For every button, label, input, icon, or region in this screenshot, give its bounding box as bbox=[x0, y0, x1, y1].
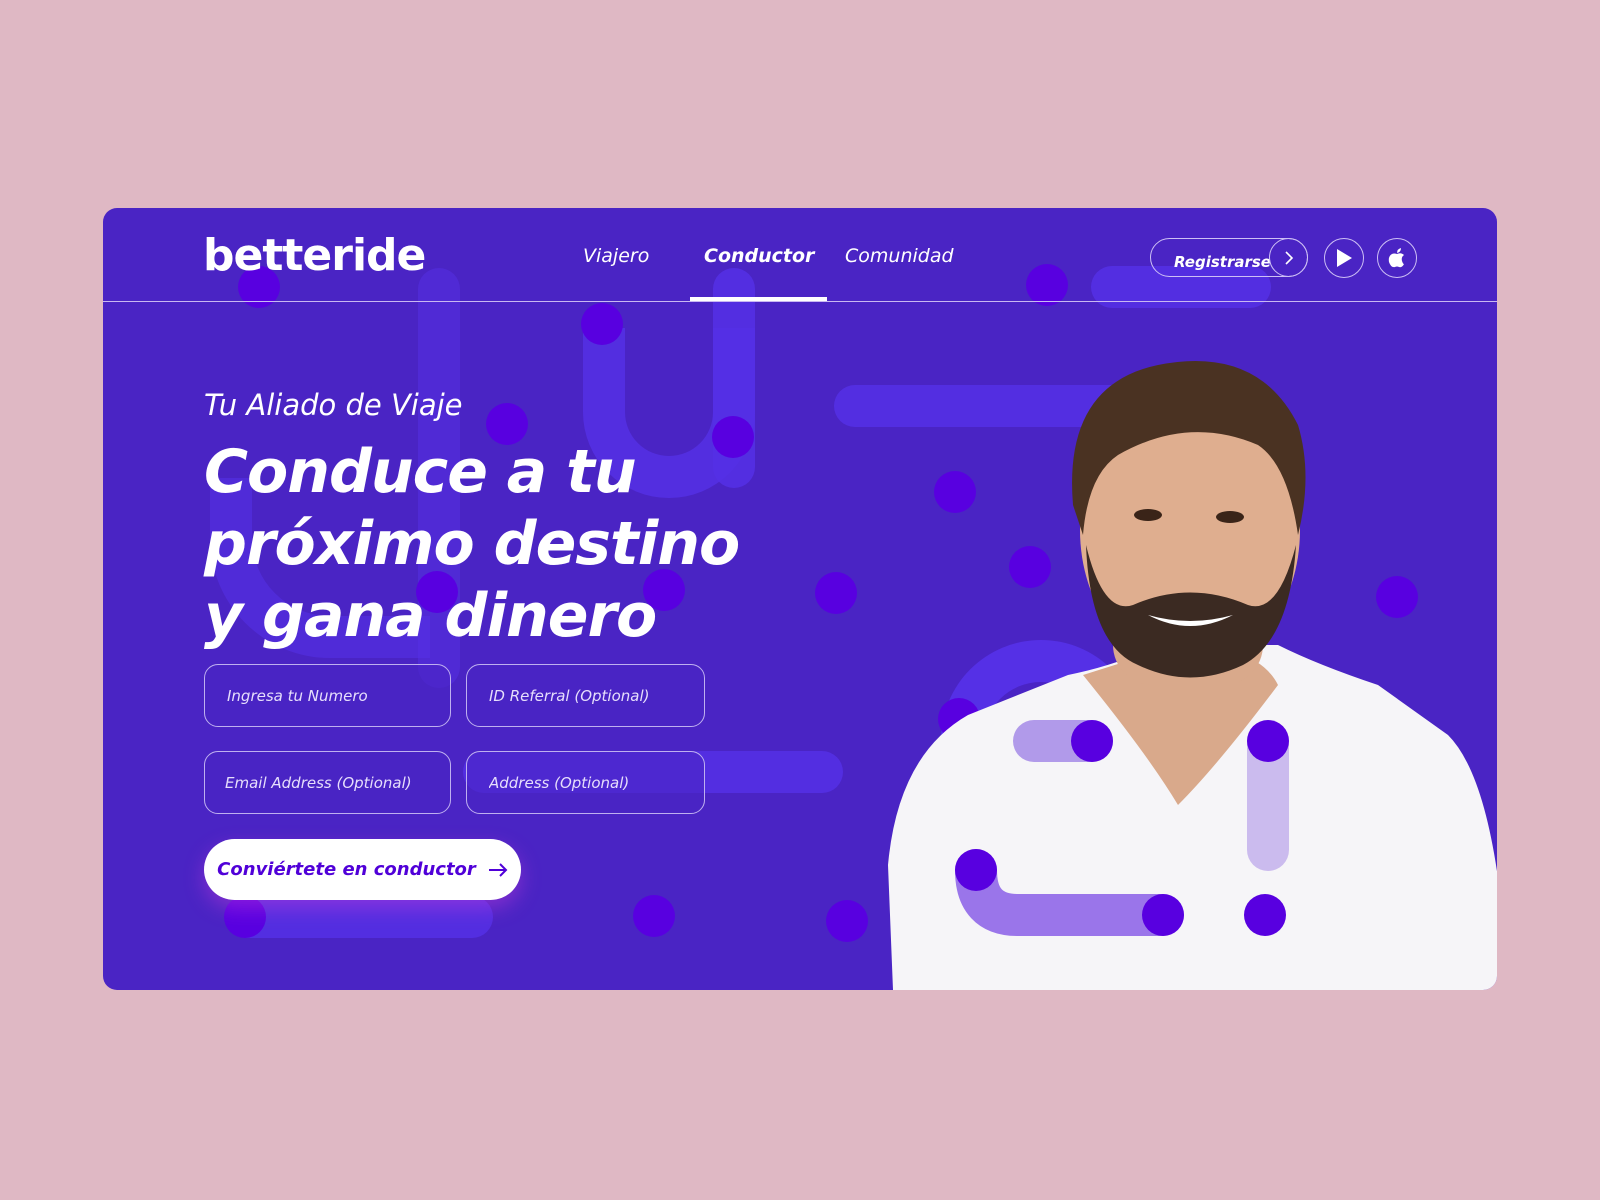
decor-dot bbox=[633, 895, 675, 937]
phone-input[interactable] bbox=[204, 664, 451, 727]
driver-photo bbox=[888, 361, 1497, 990]
address-input[interactable] bbox=[466, 751, 705, 814]
headline-line: y gana dinero bbox=[204, 581, 657, 651]
email-input[interactable] bbox=[204, 751, 451, 814]
header-divider bbox=[103, 301, 1497, 302]
nav-comunidad[interactable]: Comunidad bbox=[845, 245, 954, 267]
nav-viajero[interactable]: Viajero bbox=[583, 245, 649, 267]
headline-line: próximo destino bbox=[204, 509, 740, 579]
decor-dot bbox=[1026, 264, 1068, 306]
decor-dot bbox=[224, 896, 266, 938]
brand-logo[interactable]: betteride bbox=[203, 230, 426, 281]
arrow-right-icon bbox=[488, 862, 508, 877]
google-play-icon[interactable] bbox=[1324, 238, 1364, 278]
decor-dot bbox=[815, 572, 857, 614]
hero-subtitle: Tu Aliado de Viaje bbox=[204, 388, 463, 422]
register-label: Registrarse bbox=[1174, 253, 1271, 271]
referral-id-input[interactable] bbox=[466, 664, 705, 727]
hero-headline: Conduce a tu próximo destino y gana dine… bbox=[204, 436, 740, 652]
become-driver-button[interactable]: Conviértete en conductor bbox=[204, 839, 521, 900]
chevron-right-icon[interactable] bbox=[1269, 238, 1308, 277]
become-driver-label: Conviértete en conductor bbox=[217, 859, 476, 880]
headline-line: Conduce a tu bbox=[204, 437, 637, 507]
nav-conductor[interactable]: Conductor bbox=[704, 245, 814, 267]
hero-card: betteride Viajero Conductor Comunidad Re… bbox=[103, 208, 1497, 990]
decor-dot bbox=[581, 303, 623, 345]
apple-icon[interactable] bbox=[1377, 238, 1417, 278]
